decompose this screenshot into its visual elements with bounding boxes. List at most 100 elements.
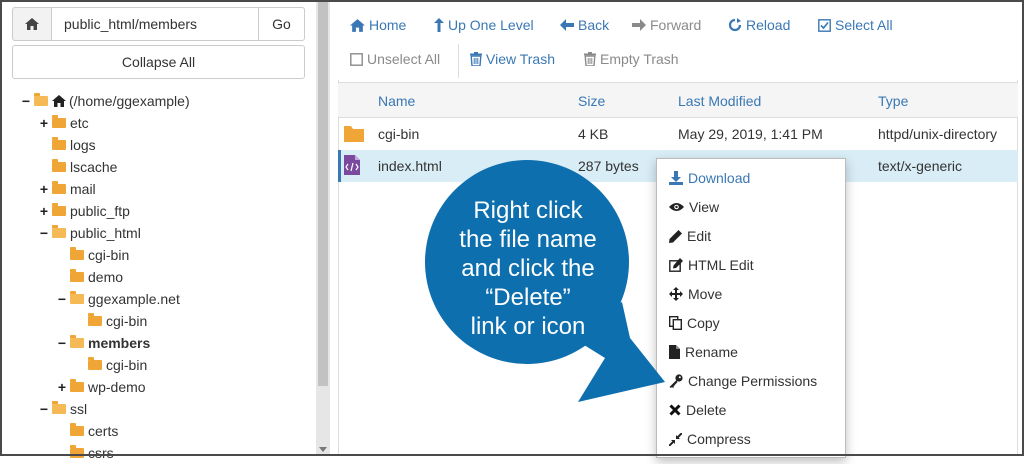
expand-toggle-icon[interactable]: + — [38, 203, 50, 219]
tree-item-mail[interactable]: + mail — [38, 178, 96, 200]
reload-button[interactable]: Reload — [728, 14, 790, 36]
folder-icon — [52, 181, 66, 194]
file-modified: May 29, 2019, 1:41 PM — [678, 126, 823, 142]
menu-item-rename[interactable]: Rename — [669, 341, 738, 363]
tree-item-label: ggexample.net — [88, 291, 180, 307]
menu-item-edit[interactable]: Edit — [669, 225, 711, 247]
unselect-all-button[interactable]: Unselect All — [350, 48, 440, 70]
menu-item-change-permissions[interactable]: Change Permissions — [669, 370, 817, 392]
select-all-label: Select All — [835, 17, 893, 33]
menu-item-view[interactable]: View — [669, 196, 719, 218]
collapse-toggle-icon[interactable]: − — [56, 291, 68, 307]
column-size[interactable]: Size — [578, 93, 605, 109]
copy-icon — [669, 316, 682, 330]
collapse-all-button[interactable]: Collapse All — [12, 45, 305, 79]
collapse-toggle-icon[interactable]: − — [38, 225, 50, 241]
tree-scrollbar[interactable] — [316, 0, 330, 456]
up-one-level-button[interactable]: Up One Level — [434, 14, 534, 36]
collapse-toggle-icon[interactable]: − — [20, 93, 32, 109]
tree-item-logs[interactable]: logs — [52, 134, 96, 156]
callout-line: Right click — [473, 197, 583, 224]
menu-item-label: HTML Edit — [688, 257, 754, 273]
back-button[interactable]: Back — [560, 14, 609, 36]
tree-item-wp-demo[interactable]: + wp-demo — [56, 376, 146, 398]
collapse-toggle-icon[interactable]: − — [38, 401, 50, 417]
folder-open-icon — [52, 401, 66, 414]
forward-button[interactable]: Forward — [632, 14, 701, 36]
tree-item-label: logs — [70, 137, 96, 153]
tree-item-ssl[interactable]: − ssl — [38, 398, 87, 420]
reload-icon — [728, 18, 742, 32]
menu-item-label: Edit — [687, 228, 712, 244]
tree-item-home[interactable]: − (/home/ggexample) — [20, 90, 190, 112]
tree-item-lscache[interactable]: lscache — [52, 156, 117, 178]
menu-item-download[interactable]: Download — [669, 167, 750, 189]
menu-item-label: Compress — [687, 431, 751, 447]
go-button[interactable]: Go — [259, 7, 305, 41]
scroll-down-arrow-icon[interactable] — [319, 447, 327, 452]
file-toolbar: Home Up One Level Back Forward Reload Se… — [336, 0, 1024, 80]
tree-item-cgi-bin[interactable]: cgi-bin — [88, 354, 147, 376]
tree-item-public-ftp[interactable]: + public_ftp — [38, 200, 130, 222]
empty-trash-label: Empty Trash — [600, 51, 679, 67]
tree-item-demo[interactable]: demo — [70, 266, 123, 288]
folder-icon — [70, 445, 84, 458]
tree-item-etc[interactable]: + etc — [38, 112, 89, 134]
reload-label: Reload — [746, 17, 791, 33]
home-button[interactable]: Home — [350, 14, 406, 36]
path-bar: Go — [12, 7, 305, 41]
tree-item-label: etc — [70, 115, 89, 131]
tree-item-label: mail — [70, 181, 96, 197]
tree-item-csrs[interactable]: csrs — [70, 442, 114, 464]
folder-icon — [344, 126, 364, 142]
expand-toggle-icon[interactable]: + — [38, 181, 50, 197]
menu-item-label: Rename — [685, 344, 738, 360]
home-directory-button[interactable] — [12, 7, 52, 41]
table-row[interactable]: cgi-bin 4 KB May 29, 2019, 1:41 PM httpd… — [338, 118, 1018, 150]
tree-item-members[interactable]: − members — [56, 332, 150, 354]
file-name[interactable]: cgi-bin — [378, 126, 419, 142]
file-size: 287 bytes — [578, 158, 639, 174]
column-name[interactable]: Name — [378, 93, 415, 109]
folder-icon — [52, 137, 66, 150]
arrow-right-icon — [632, 19, 646, 31]
tree-item-certs[interactable]: certs — [70, 420, 118, 442]
tree-item-label: ssl — [70, 401, 88, 417]
menu-item-copy[interactable]: Copy — [669, 312, 720, 334]
view-trash-button[interactable]: View Trash — [470, 48, 555, 70]
arrow-left-icon — [560, 19, 574, 31]
file-type: text/x-generic — [878, 158, 963, 174]
folder-open-icon — [70, 335, 84, 348]
tree-item-cgi-bin[interactable]: cgi-bin — [88, 310, 147, 332]
expand-toggle-icon[interactable]: + — [38, 115, 50, 131]
column-last-modified[interactable]: Last Modified — [678, 93, 761, 109]
empty-trash-button[interactable]: Empty Trash — [584, 48, 679, 70]
checkbox-checked-icon — [818, 18, 831, 32]
column-type[interactable]: Type — [878, 93, 908, 109]
menu-item-delete[interactable]: Delete — [669, 399, 726, 421]
callout-line: the file name — [459, 226, 597, 253]
menu-item-label: Move — [688, 286, 723, 302]
menu-item-move[interactable]: Move — [669, 283, 722, 305]
file-name[interactable]: index.html — [378, 158, 442, 174]
folder-icon — [70, 269, 84, 282]
tree-item-label: wp-demo — [88, 379, 146, 395]
menu-item-html-edit[interactable]: HTML Edit — [669, 254, 754, 276]
tree-item-public-html[interactable]: − public_html — [38, 222, 141, 244]
tree-item-label: public_html — [70, 225, 141, 241]
expand-toggle-icon[interactable]: + — [56, 379, 68, 395]
select-all-button[interactable]: Select All — [818, 14, 893, 36]
eye-icon — [669, 203, 684, 211]
collapse-toggle-icon[interactable]: − — [56, 335, 68, 351]
tree-item-cgi-bin[interactable]: cgi-bin — [70, 244, 129, 266]
menu-item-compress[interactable]: Compress — [669, 428, 751, 450]
html-file-icon — [344, 155, 360, 175]
tree-item-ggexample-net[interactable]: − ggexample.net — [56, 288, 180, 310]
forward-label: Forward — [650, 17, 702, 33]
path-input[interactable] — [52, 7, 259, 41]
callout-line: link or icon — [470, 313, 586, 340]
menu-item-label: View — [689, 199, 720, 215]
folder-open-icon — [34, 93, 48, 106]
scrollbar-thumb[interactable] — [318, 2, 328, 386]
folder-icon — [70, 379, 84, 392]
